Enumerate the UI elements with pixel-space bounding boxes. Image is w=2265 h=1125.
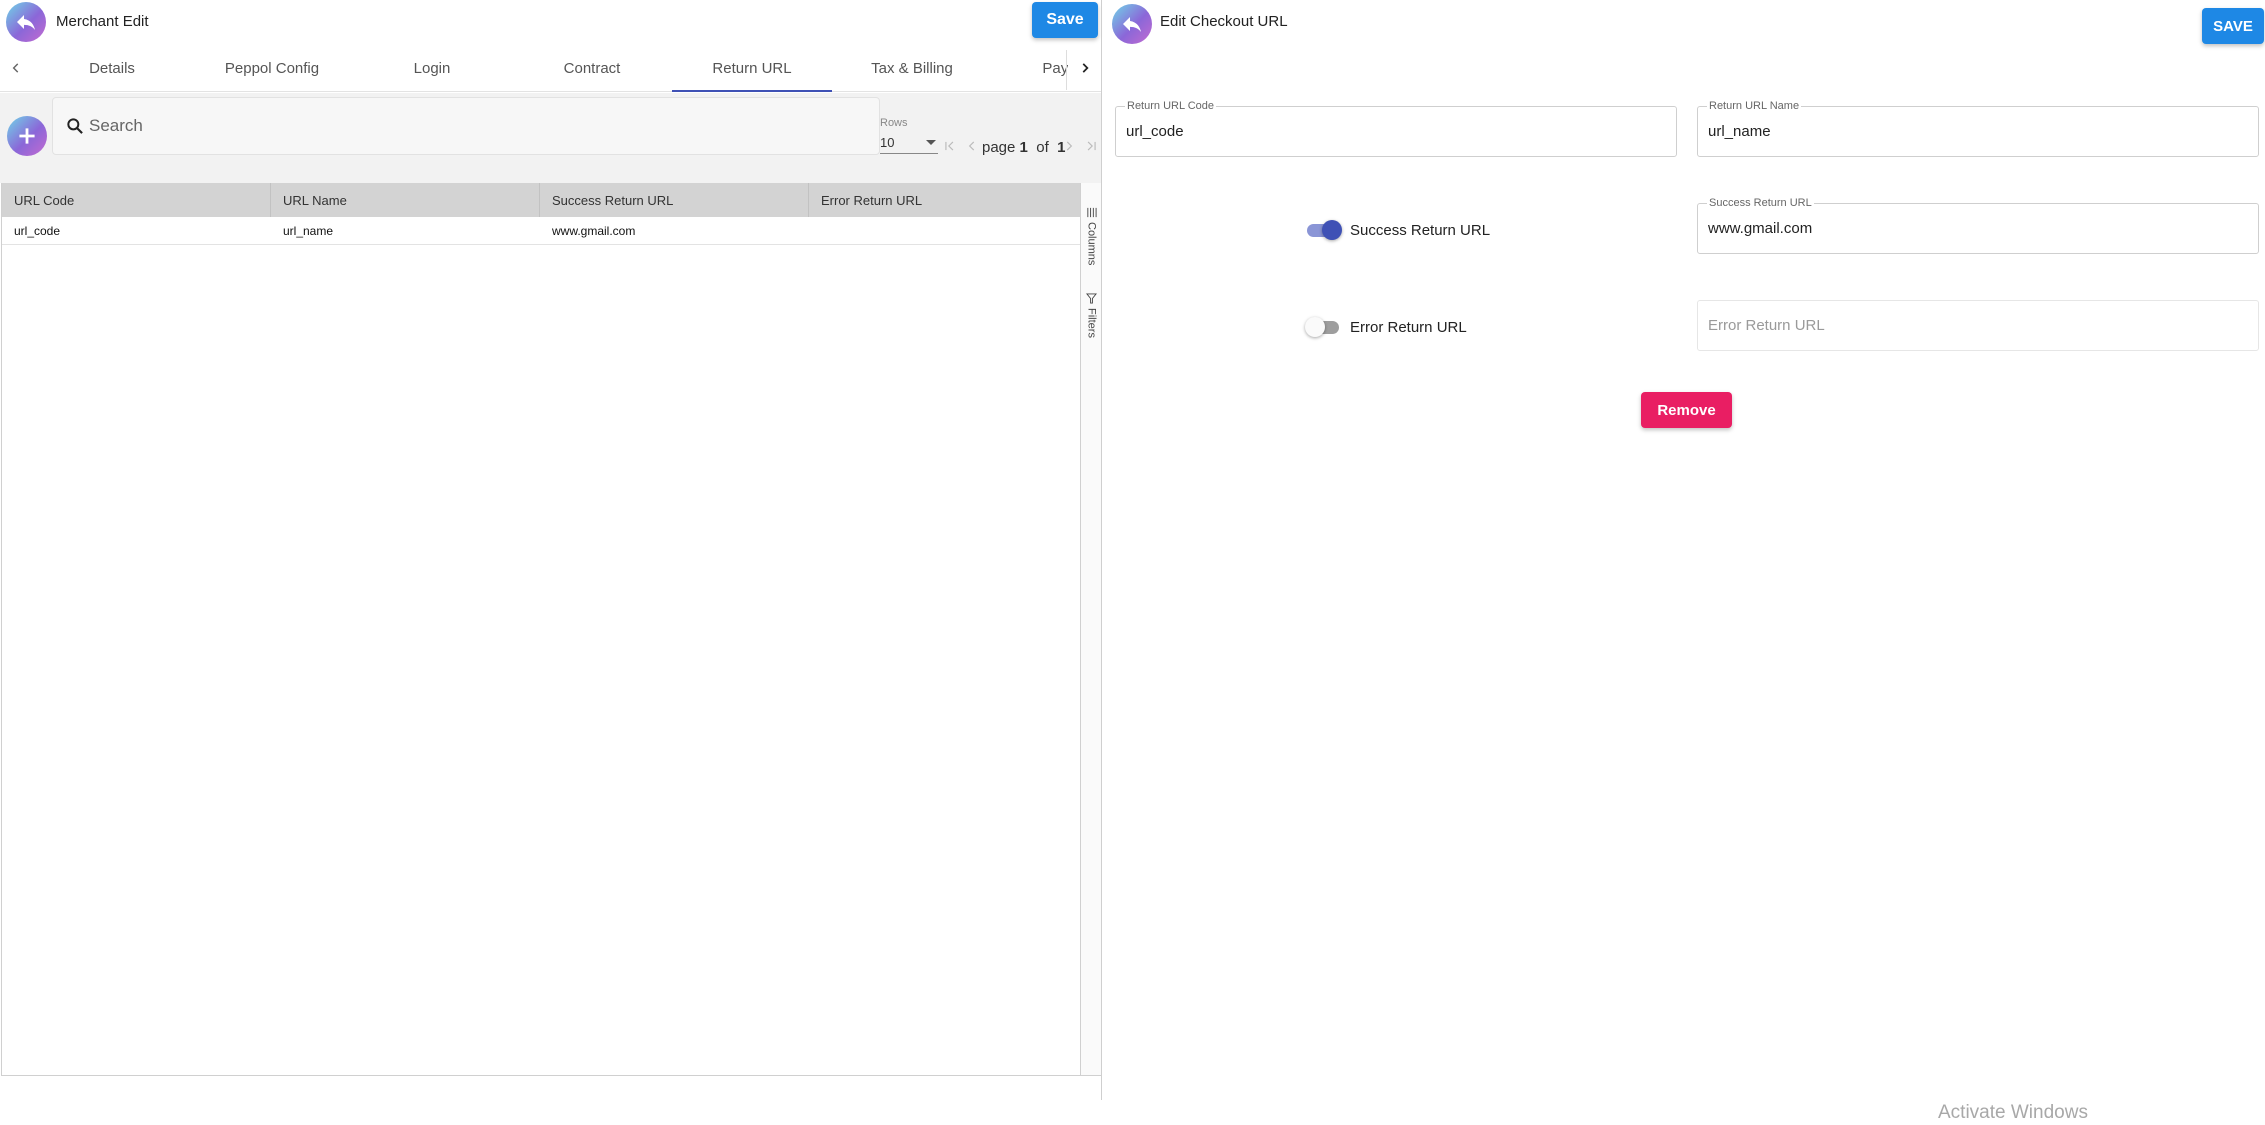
search-input[interactable] — [89, 116, 849, 136]
toggle-thumb — [1322, 220, 1342, 240]
dropdown-caret-icon — [926, 140, 936, 145]
checkout-save-button[interactable]: SAVE — [2202, 8, 2264, 44]
pager-current-page: 1 — [1019, 139, 1028, 156]
columns-panel-tab[interactable]: Columns — [1081, 207, 1102, 265]
cell-url-code: url_code — [14, 224, 61, 238]
column-header-success-return-url[interactable]: Success Return URL — [540, 183, 809, 217]
cell-success-return-url: www.gmail.com — [552, 224, 636, 238]
add-return-url-button[interactable] — [7, 116, 47, 156]
filters-panel-tab[interactable]: Filters — [1081, 293, 1102, 338]
error-return-url-toggle[interactable] — [1305, 317, 1341, 337]
merchant-edit-pane: Merchant Edit Save Details Peppol Config… — [0, 0, 1101, 1100]
search-icon — [67, 118, 83, 134]
cell-url-name: url_name — [283, 224, 334, 238]
next-page-button[interactable] — [1061, 138, 1077, 154]
error-return-url-field: Error Return URL — [1697, 300, 2259, 351]
cell-error-return-url — [809, 217, 1078, 245]
pager-of-word: of — [1036, 139, 1049, 156]
plus-icon — [19, 128, 35, 144]
column-header-url-code[interactable]: URL Code — [2, 183, 271, 217]
chevron-left-icon — [968, 141, 975, 151]
remove-button[interactable]: Remove — [1641, 392, 1732, 428]
return-url-code-field[interactable]: Return URL Code url_code — [1115, 100, 1677, 157]
checkout-page-title: Edit Checkout URL — [1160, 13, 1288, 30]
tab-payment[interactable]: Payment — [992, 44, 1068, 92]
return-url-code-value: url_code — [1126, 123, 1184, 140]
tab-details[interactable]: Details — [32, 44, 192, 92]
chevron-right-icon — [1082, 63, 1089, 73]
merchant-tab-bar: Details Peppol Config Login Contract Ret… — [0, 44, 1101, 92]
first-page-button[interactable] — [942, 138, 958, 154]
search-box — [52, 97, 880, 155]
toggle-thumb — [1305, 317, 1325, 337]
back-arrow-icon — [1123, 17, 1141, 32]
first-page-icon — [945, 141, 954, 151]
pager-summary: page 1 of 1 — [982, 139, 1065, 156]
return-url-grid: URL Code URL Name Success Return URL Err… — [1, 183, 1081, 1076]
success-return-url-toggle-label: Success Return URL — [1350, 222, 1491, 239]
rows-per-page-label: Rows — [880, 117, 908, 129]
success-return-url-value: www.gmail.com — [1708, 220, 1813, 237]
error-return-url-toggle-label: Error Return URL — [1350, 319, 1467, 336]
grid-header: URL Code URL Name Success Return URL Err… — [2, 183, 1081, 217]
activate-windows-watermark: Activate Windows — [1938, 1102, 2088, 1123]
filter-icon — [1086, 293, 1097, 304]
last-page-button[interactable] — [1083, 138, 1099, 154]
previous-page-button[interactable] — [964, 138, 980, 154]
column-header-error-return-url[interactable]: Error Return URL — [809, 183, 1078, 217]
back-arrow-icon — [17, 15, 35, 30]
grid-side-panel: Columns Filters — [1080, 183, 1101, 1076]
return-url-name-field[interactable]: Return URL Name url_name — [1697, 100, 2259, 157]
tab-peppol-config[interactable]: Peppol Config — [192, 44, 352, 92]
column-header-url-name[interactable]: URL Name — [271, 183, 540, 217]
success-return-url-toggle[interactable] — [1305, 220, 1342, 240]
rows-per-page-value: 10 — [880, 135, 895, 150]
tab-contract[interactable]: Contract — [512, 44, 672, 92]
success-return-url-field[interactable]: Success Return URL www.gmail.com — [1697, 197, 2259, 254]
filters-panel-label: Filters — [1085, 308, 1098, 338]
chevron-left-icon — [12, 63, 19, 73]
tab-return-url[interactable]: Return URL — [672, 44, 832, 92]
table-row[interactable]: url_code url_name www.gmail.com — [2, 217, 1081, 245]
last-page-icon — [1087, 141, 1096, 151]
tab-strip: Details Peppol Config Login Contract Ret… — [32, 44, 1068, 92]
columns-panel-label: Columns — [1085, 222, 1098, 266]
merchant-page-title: Merchant Edit — [56, 13, 149, 30]
columns-icon — [1087, 207, 1097, 218]
edit-checkout-url-pane: Edit Checkout URL SAVE Return URL Code u… — [1102, 0, 2265, 1125]
tab-divider — [1066, 50, 1067, 90]
error-return-url-placeholder: Error Return URL — [1708, 317, 1825, 334]
rows-per-page-select[interactable]: 10 — [880, 132, 938, 154]
tab-scroll-left-button[interactable] — [0, 44, 32, 92]
merchant-save-button[interactable]: Save — [1032, 2, 1098, 38]
pager-page-word: page — [982, 139, 1016, 156]
checkout-back-button[interactable] — [1112, 4, 1152, 44]
tab-scroll-right-button[interactable] — [1069, 44, 1101, 92]
merchant-back-button[interactable] — [6, 2, 46, 42]
tab-tax-billing[interactable]: Tax & Billing — [832, 44, 992, 92]
chevron-right-icon — [1066, 141, 1073, 151]
app-root: Merchant Edit Save Details Peppol Config… — [0, 0, 2265, 1125]
tab-login[interactable]: Login — [352, 44, 512, 92]
return-url-name-value: url_name — [1708, 123, 1771, 140]
